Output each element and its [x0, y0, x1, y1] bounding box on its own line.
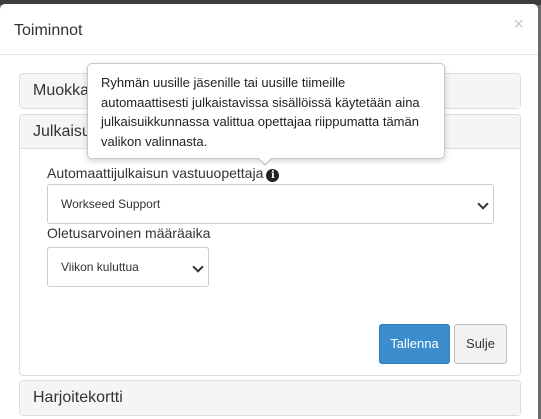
chevron-down-icon: [477, 198, 489, 210]
panel-exercise-card[interactable]: Harjoitekortti: [19, 380, 521, 416]
tooltip-arrow-fill: [258, 157, 272, 164]
panel-exercise-card-title[interactable]: Harjoitekortti: [20, 381, 520, 415]
default-deadline-select[interactable]: Viikon kuluttua: [47, 247, 209, 287]
responsible-teacher-select[interactable]: Workseed Support: [47, 184, 494, 224]
responsible-teacher-value: Workseed Support: [61, 197, 161, 211]
close-button[interactable]: Sulje: [454, 324, 507, 364]
default-deadline-label: Oletusarvoinen määräaika: [47, 225, 211, 241]
chevron-down-icon: [192, 261, 204, 273]
responsible-teacher-label: Automaattijulkaisun vastuuopettaja i: [47, 165, 280, 182]
save-button[interactable]: Tallenna: [379, 324, 450, 364]
actions-modal: Toiminnot × Muokkaa Julkaisu Automaattij…: [0, 4, 538, 419]
default-deadline-value: Viikon kuluttua: [61, 260, 139, 274]
modal-title: Toiminnot: [14, 22, 83, 39]
info-tooltip: Ryhmän uusille jäsenille tai uusille tii…: [87, 63, 445, 159]
responsible-teacher-label-text: Automaattijulkaisun vastuuopettaja: [47, 165, 264, 181]
modal-header: Toiminnot ×: [0, 4, 538, 55]
close-icon[interactable]: ×: [513, 14, 524, 34]
info-circle-icon[interactable]: i: [266, 169, 280, 182]
tooltip-text: Ryhmän uusille jäsenille tai uusille tii…: [101, 75, 420, 149]
